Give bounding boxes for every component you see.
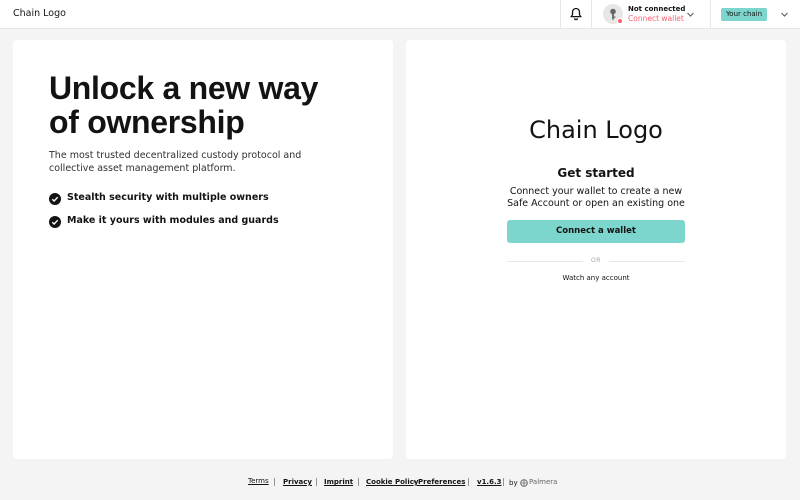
footer-separator: |	[467, 477, 470, 486]
disconnected-status-dot	[617, 18, 623, 24]
divider-line	[609, 261, 685, 262]
footer-link-version[interactable]: v1.6.3	[477, 478, 502, 486]
chain-selector-button[interactable]: Your chain	[721, 8, 767, 21]
get-started-card: Chain Logo Get started Connect your wall…	[406, 40, 786, 459]
hero-description: The most trusted decentralized custody p…	[49, 150, 302, 174]
footer-dash: –	[413, 478, 417, 486]
header-divider	[710, 0, 711, 29]
palmera-icon	[520, 479, 528, 487]
hero-line: of ownership	[49, 104, 245, 140]
hero-line: Unlock a new way	[49, 70, 319, 106]
footer-link-imprint[interactable]: Imprint	[324, 478, 353, 486]
brand-logo: Chain Logo	[529, 116, 663, 144]
palmera-name: Palmera	[529, 478, 558, 486]
check-circle-icon	[49, 193, 61, 205]
feature-text: Make it yours with modules and guards	[67, 215, 279, 226]
account-status-title: Not connected	[628, 5, 686, 13]
get-started-title: Get started	[557, 166, 635, 180]
footer-by-label: by	[509, 479, 518, 487]
footer-separator: |	[502, 477, 505, 486]
footer-separator: |	[357, 477, 360, 486]
footer-link-terms[interactable]: Terms	[248, 477, 269, 485]
connect-wallet-button[interactable]: Connect a wallet	[507, 220, 685, 243]
divider-line	[507, 261, 583, 262]
footer-link-cookie-policy[interactable]: Cookie Policy	[366, 478, 418, 486]
or-divider: OR	[591, 257, 601, 264]
footer-separator: |	[315, 477, 318, 486]
chevron-down-icon[interactable]	[686, 10, 695, 19]
watch-account-link[interactable]: Watch any account	[406, 274, 786, 282]
get-started-description: Connect your wallet to create a new Safe…	[507, 186, 685, 209]
welcome-card: Unlock a new way of ownership The most t…	[13, 40, 393, 459]
connect-wallet-link[interactable]: Connect wallet	[628, 14, 684, 23]
header-divider	[560, 0, 561, 29]
top-bar: Chain Logo Not connected Connect wallet …	[0, 0, 800, 29]
hero-heading: Unlock a new way of ownership	[49, 71, 318, 139]
feature-text: Stealth security with multiple owners	[67, 192, 269, 203]
bell-icon[interactable]	[569, 7, 583, 21]
check-circle-icon	[49, 216, 61, 228]
chain-logo[interactable]: Chain Logo	[13, 8, 66, 19]
chevron-down-icon[interactable]	[780, 10, 789, 19]
header-divider	[591, 0, 592, 29]
footer-link-preferences[interactable]: Preferences	[418, 478, 465, 486]
footer-separator: |	[273, 477, 276, 486]
footer-link-privacy[interactable]: Privacy	[283, 478, 312, 486]
